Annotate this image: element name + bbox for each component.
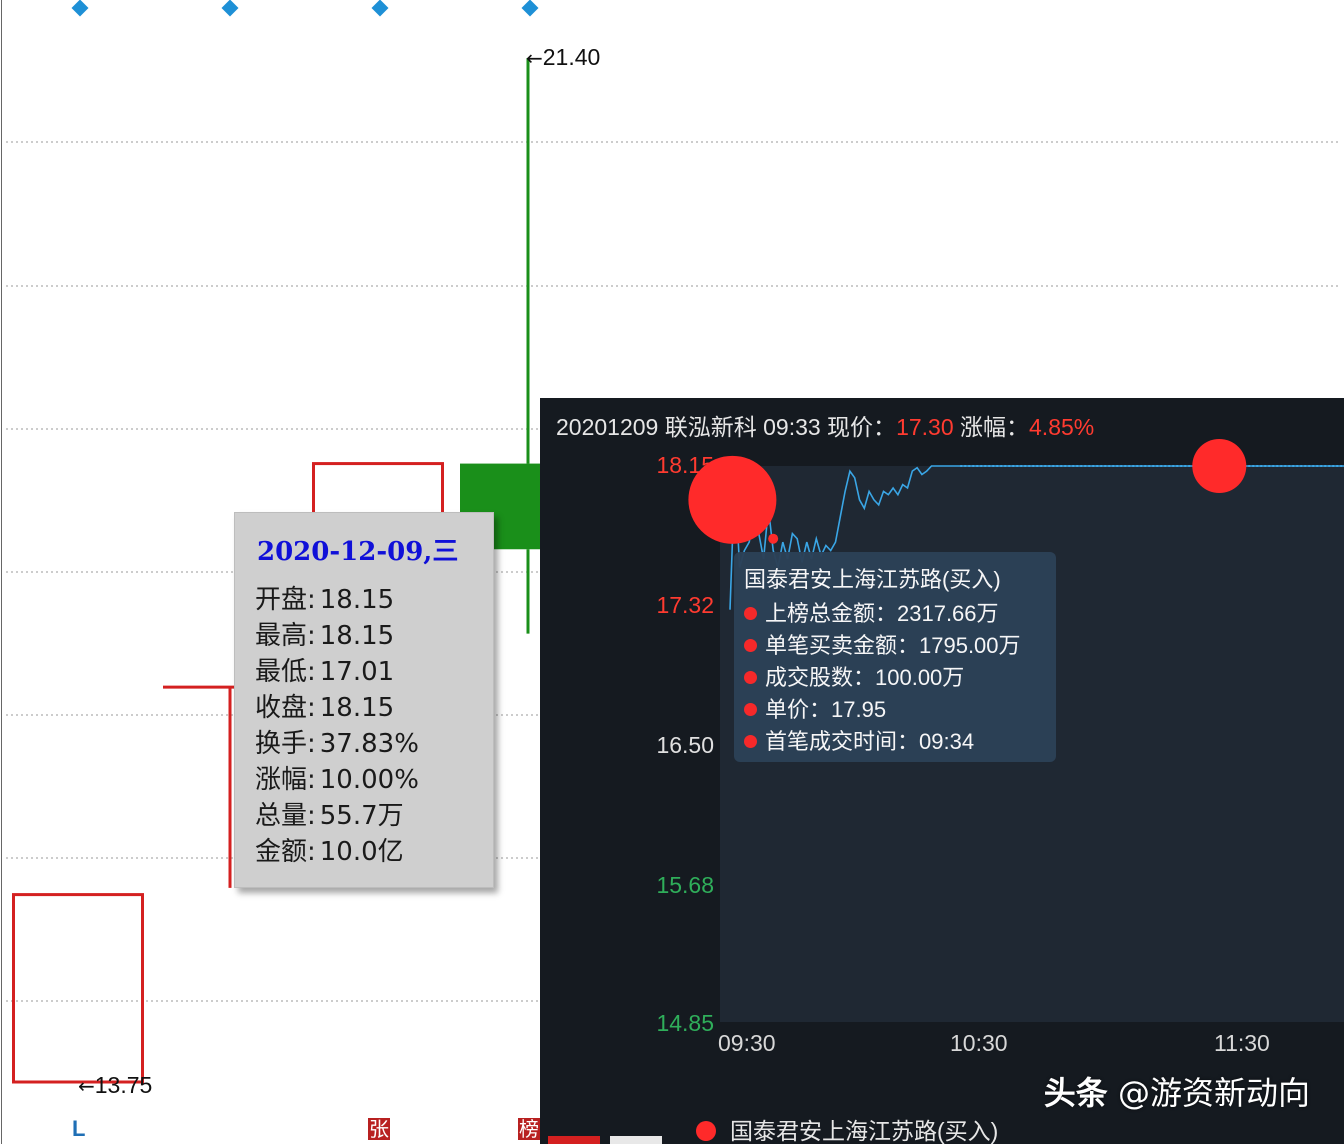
bottom-axis-label: L [72,1116,86,1141]
tooltip-row-close: 收盘: 18.15 [255,693,395,723]
buy-tooltip-row: 成交股数：100.00万 [744,660,964,692]
tooltip-row-change: 涨幅: 10.00% [255,765,419,795]
red-dot-icon [744,703,757,716]
diamond-marker [521,0,539,17]
trade-bubble [768,533,779,544]
intraday-panel: 20201209 联泓新科 09:33 现价：17.30 涨幅：4.85% 18… [540,398,1344,1144]
red-dot-icon [744,639,757,652]
tooltip-date: 2020-12-09,三 [257,537,459,567]
buy-tooltip-row: 单笔买卖金额：1795.00万 [744,628,1021,660]
high-price-label: ←21.40 [526,44,601,70]
red-dot-icon [744,607,757,620]
buy-tooltip-row: 单价：17.95 [744,692,886,724]
tooltip-row-volume: 总量: 55.7万 [255,801,404,831]
tooltip-row-amount: 金额: 10.0亿 [255,837,404,867]
watermark: 头条 @游资新动向 [1043,1074,1310,1112]
low-price-label: ←13.75 [78,1072,153,1098]
diamond-marker [71,0,89,17]
buy-tooltip: 国泰君安上海江苏路(买入) 上榜总金额：2317.66万 单笔买卖金额：1795… [734,552,1056,762]
red-dot-icon [696,1121,716,1141]
tooltip-row-low: 最低: 17.01 [255,657,395,687]
trade-bubble [688,455,777,544]
candle-body [12,893,144,1084]
diamond-marker [221,0,239,17]
red-dot-icon [744,671,757,684]
buy-tooltip-row: 上榜总金额：2317.66万 [744,596,999,628]
legend-item[interactable]: 国泰君安上海江苏路(买入) [696,1112,998,1146]
tooltip-row-open: 开盘: 18.15 [255,585,395,615]
ohlc-tooltip: 2020-12-09,三 开盘: 18.15 最高: 18.15 最低: 17.01 … [234,512,494,888]
tooltip-row-turnover: 换手: 37.83% [255,729,419,759]
red-dot-icon [744,735,757,748]
trade-bubble [1192,439,1247,493]
tooltip-row-high: 最高: 18.15 [255,621,395,651]
limit-up-marker[interactable]: 张 [368,1118,390,1140]
legend-bars [548,1136,662,1144]
candle-1[interactable] [12,893,144,1084]
buy-tooltip-head: 国泰君安上海江苏路(买入) [744,567,1001,592]
buy-tooltip-row: 首笔成交时间：09:34 [744,724,974,756]
diamond-marker [371,0,389,17]
billboard-marker[interactable]: 榜 [518,1118,540,1140]
intraday-line-chart [688,439,1344,610]
